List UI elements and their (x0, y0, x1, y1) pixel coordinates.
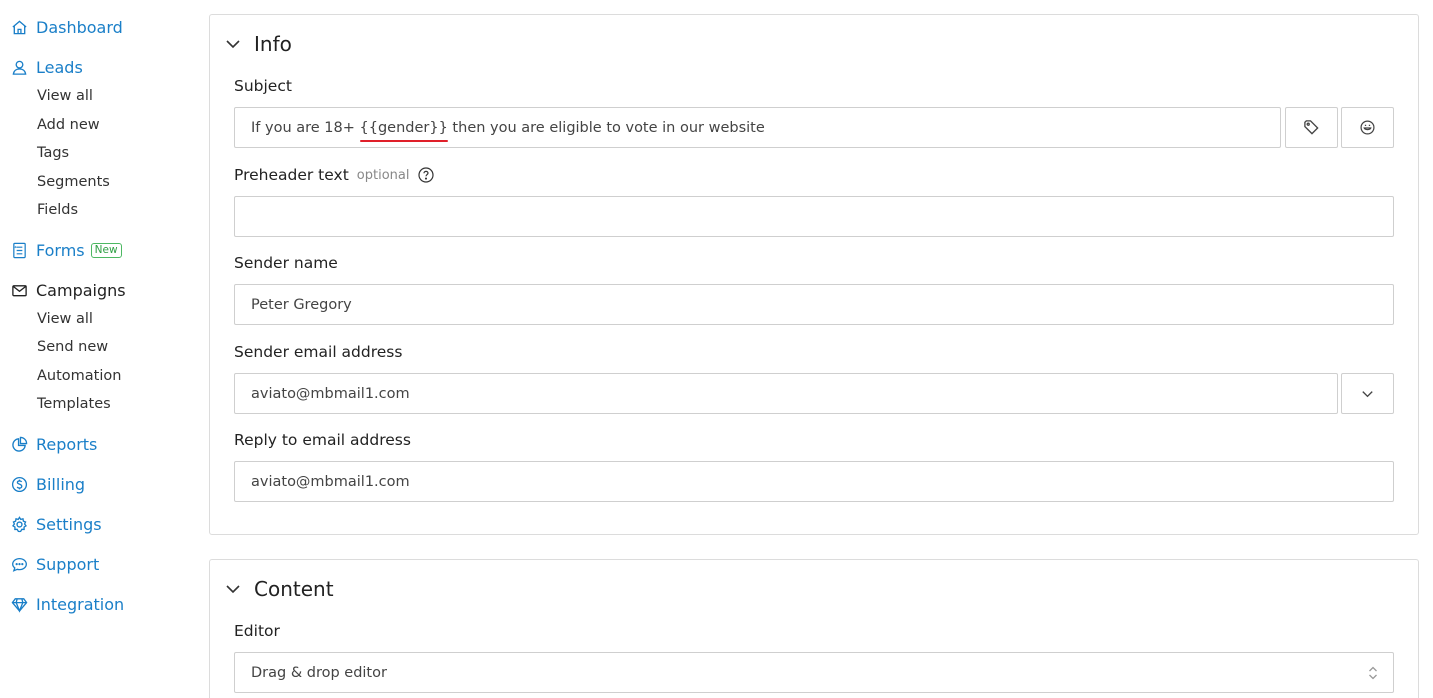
sidebar-item-support[interactable]: Support (10, 553, 99, 575)
optional-hint: optional (356, 167, 410, 183)
dollar-circle-icon (10, 475, 28, 493)
sidebar-label-billing: Billing (36, 474, 86, 494)
sidebar-leads-tags[interactable]: Tags (37, 143, 69, 163)
sidebar-item-leads[interactable]: Leads (10, 56, 83, 78)
sidebar-label-reports: Reports (36, 434, 98, 454)
sidebar-item-forms[interactable]: Forms New (10, 239, 122, 261)
info-section-toggle[interactable]: Info (224, 32, 292, 56)
preheader-label-text: Preheader text (234, 166, 349, 184)
subject-label: Subject (234, 77, 292, 95)
envelope-icon (10, 281, 28, 299)
chevron-down-icon (226, 40, 240, 49)
insert-tag-button[interactable] (1285, 107, 1338, 148)
sidebar-label-settings: Settings (36, 514, 102, 534)
sidebar-campaigns-automation[interactable]: Automation (37, 366, 121, 386)
chevron-down-icon (226, 585, 240, 594)
sidebar-item-settings[interactable]: Settings (10, 513, 102, 535)
editor-label: Editor (234, 622, 280, 640)
tag-icon (1304, 120, 1319, 135)
sidebar-item-billing[interactable]: Billing (10, 473, 85, 495)
chevron-down-icon (1362, 391, 1373, 398)
sidebar-label-forms: Forms (36, 240, 85, 260)
preheader-label: Preheader text optional (234, 166, 435, 184)
sidebar-leads-add-new[interactable]: Add new (37, 115, 100, 135)
sidebar-item-dashboard[interactable]: Dashboard (10, 16, 123, 38)
editor-select-value: Drag & drop editor (251, 664, 387, 681)
preheader-input[interactable] (234, 196, 1394, 237)
form-list-icon (10, 241, 28, 259)
sender-name-label: Sender name (234, 254, 338, 272)
sidebar-leads-fields[interactable]: Fields (37, 200, 78, 220)
sidebar-label-integration: Integration (36, 594, 125, 614)
chat-bubble-icon (10, 555, 28, 573)
pie-chart-icon (10, 435, 28, 453)
content-section-toggle[interactable]: Content (224, 577, 334, 601)
subject-input[interactable]: If you are 18+ {{gender}} then you are e… (234, 107, 1281, 148)
subject-text-pre: If you are 18+ (251, 119, 360, 136)
new-badge: New (90, 242, 122, 258)
sidebar-campaigns-view-all[interactable]: View all (37, 309, 93, 329)
sender-email-dropdown-button[interactable] (1341, 373, 1394, 414)
sidebar-label-support: Support (36, 554, 100, 574)
reply-to-label: Reply to email address (234, 431, 411, 449)
sidebar-item-campaigns[interactable]: Campaigns (10, 279, 126, 301)
info-panel: Info Subject If you are 18+ {{gender}} t… (209, 14, 1419, 535)
sidebar-label-campaigns: Campaigns (36, 280, 126, 300)
user-icon (10, 58, 28, 76)
insert-emoji-button[interactable] (1341, 107, 1394, 148)
content-panel: Content Editor Drag & drop editor (209, 559, 1419, 698)
smiley-icon (1360, 120, 1375, 135)
reply-to-input[interactable]: aviato@mbmail1.com (234, 461, 1394, 502)
sidebar-leads-view-all[interactable]: View all (37, 86, 93, 106)
info-section-title: Info (254, 32, 292, 56)
home-icon (10, 18, 28, 36)
sidebar-item-integration[interactable]: Integration (10, 593, 124, 615)
content-section-title: Content (254, 577, 334, 601)
select-arrows-icon (1369, 666, 1377, 680)
sidebar-label-leads: Leads (36, 57, 83, 77)
help-icon[interactable] (418, 167, 435, 183)
sender-email-input[interactable]: aviato@mbmail1.com (234, 373, 1338, 414)
gear-icon (10, 515, 28, 533)
sender-name-input[interactable]: Peter Gregory (234, 284, 1394, 325)
diamond-icon (10, 595, 28, 613)
sidebar-item-reports[interactable]: Reports (10, 433, 97, 455)
sidebar-campaigns-send-new[interactable]: Send new (37, 337, 108, 357)
editor-select[interactable]: Drag & drop editor (234, 652, 1394, 693)
sidebar: Dashboard Leads View all Add new Tags Se… (0, 0, 200, 698)
sidebar-label-dashboard: Dashboard (36, 17, 123, 37)
sidebar-leads-segments[interactable]: Segments (37, 172, 110, 192)
sidebar-campaigns-templates[interactable]: Templates (37, 394, 111, 414)
sender-email-label: Sender email address (234, 343, 403, 361)
subject-merge-tag: {{gender}} (359, 119, 449, 142)
subject-text-post: then you are eligible to vote in our web… (447, 119, 765, 136)
